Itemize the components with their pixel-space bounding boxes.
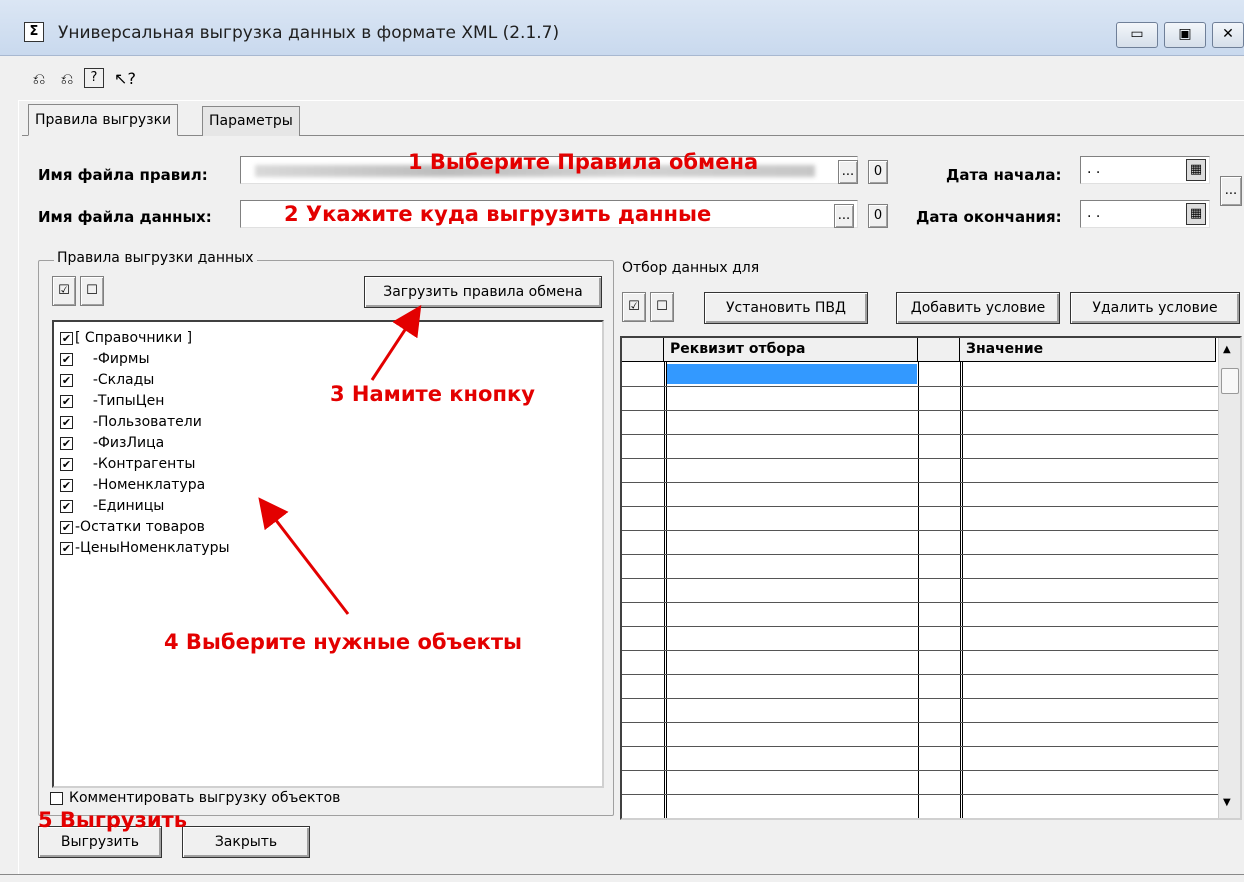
arrow-to-tree — [258, 497, 350, 615]
annotation-arrows — [258, 304, 422, 615]
arrow-to-load-button — [370, 304, 422, 381]
